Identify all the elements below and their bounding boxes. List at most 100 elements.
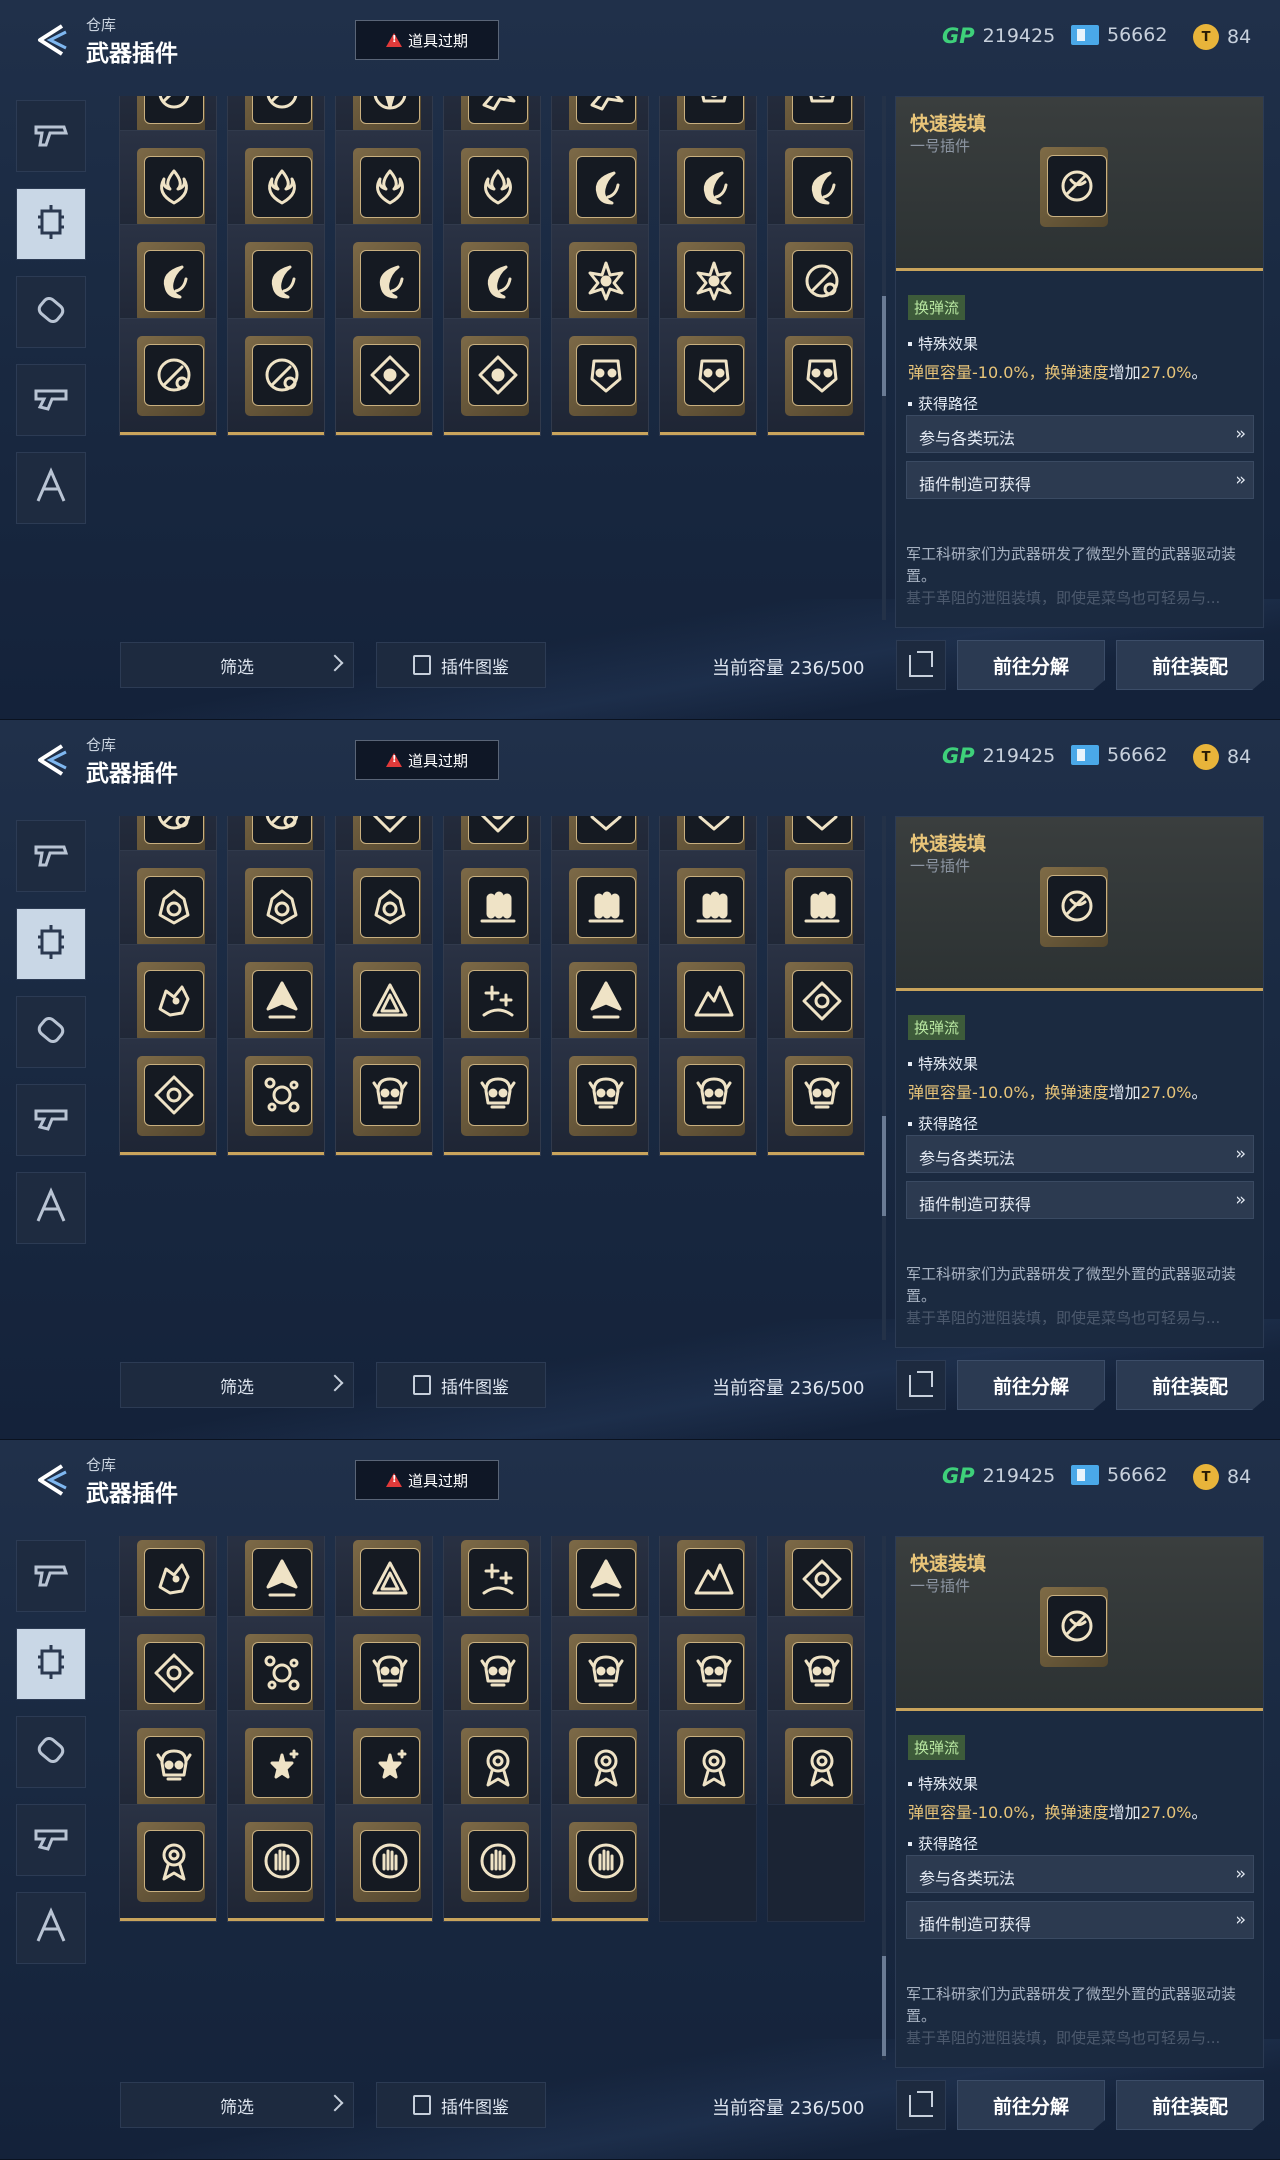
plugin-card[interactable]: [227, 1804, 325, 1922]
plugin-chip: [569, 96, 637, 134]
plugin-card[interactable]: [767, 318, 865, 436]
plugin-card[interactable]: [335, 1804, 433, 1922]
style-tag: 换弹流: [908, 1735, 966, 1760]
plugin-card[interactable]: [335, 1038, 433, 1156]
plugin-card[interactable]: [659, 318, 757, 436]
expired-items-button[interactable]: 道具过期: [355, 20, 499, 60]
route-crafting[interactable]: 插件制造可获得 ››: [906, 1181, 1254, 1219]
plugin-chip: [245, 148, 313, 228]
sidebar-item-character[interactable]: [16, 1172, 86, 1244]
sidebar-item-weapon-pistol[interactable]: [16, 1540, 86, 1612]
route-crafting[interactable]: 插件制造可获得 ››: [906, 1901, 1254, 1939]
grid-scrollbar[interactable]: [882, 816, 886, 1340]
detail-panel: 快速装填 一号插件 换弹流 特殊效果 弹匣容量-10.0%，换弹速度增加27.0%。 获得…: [895, 1536, 1264, 2068]
plugin-guide-label: 插件图鉴: [441, 1377, 509, 1398]
equip-button[interactable]: 前往装配: [1116, 1360, 1264, 1410]
back-arrow-icon[interactable]: [32, 20, 72, 60]
plugin-chip: [677, 868, 745, 948]
flame-icon: [360, 156, 420, 218]
character-icon: [30, 1905, 72, 1951]
scroll-thumb[interactable]: [882, 1116, 886, 1216]
route-gameplay[interactable]: 参与各类玩法 ››: [906, 1855, 1254, 1893]
plugin-guide-button[interactable]: 插件图鉴: [376, 1362, 546, 1408]
sidebar-item-character[interactable]: [16, 1892, 86, 1964]
character-icon: [30, 465, 72, 511]
sidebar-item-grenade[interactable]: [16, 1716, 86, 1788]
route-header: 获得路径: [908, 1833, 978, 1854]
sidebar-item-rifle-part[interactable]: [16, 1804, 86, 1876]
share-button[interactable]: [896, 1360, 946, 1410]
route-crafting-label: 插件制造可获得: [919, 1915, 1032, 1934]
plugin-chip: [677, 1634, 745, 1714]
plugin-chip: [785, 816, 853, 854]
plugin-preview: [1040, 147, 1108, 227]
back-arrow-icon[interactable]: [32, 1460, 72, 1500]
route-gameplay[interactable]: 参与各类玩法 ››: [906, 415, 1254, 453]
page-title: 武器插件: [86, 761, 178, 787]
plugin-chip: [245, 816, 313, 854]
plugin-card[interactable]: [119, 1038, 217, 1156]
equip-button[interactable]: 前往装配: [1116, 640, 1264, 690]
peak-icon: [684, 1548, 744, 1610]
coin-icon: T: [1193, 1464, 1219, 1490]
helm-icon: [144, 876, 204, 938]
fire-icon: [576, 156, 636, 218]
mask-icon: [792, 816, 852, 844]
sidebar-item-grenade[interactable]: [16, 276, 86, 348]
plugin-card[interactable]: [119, 318, 217, 436]
plugin-guide-button[interactable]: 插件图鉴: [376, 642, 546, 688]
plugin-card[interactable]: [443, 1804, 541, 1922]
plugin-card[interactable]: [551, 1038, 649, 1156]
mask-icon: [792, 344, 852, 406]
plugin-card[interactable]: [767, 1038, 865, 1156]
plugin-card[interactable]: [443, 1038, 541, 1156]
peak-icon: [684, 970, 744, 1032]
expired-items-button[interactable]: 道具过期: [355, 1460, 499, 1500]
plugin-chip: [785, 1634, 853, 1714]
plugin-card[interactable]: [119, 1804, 217, 1922]
filter-button[interactable]: 筛选: [120, 2082, 354, 2128]
share-button[interactable]: [896, 640, 946, 690]
bullet-icon: [144, 344, 204, 406]
back-arrow-icon[interactable]: [32, 740, 72, 780]
sidebar-item-weapon-pistol[interactable]: [16, 100, 86, 172]
plugin-card[interactable]: [227, 1038, 325, 1156]
decompose-button[interactable]: 前往分解: [957, 640, 1105, 690]
filter-button[interactable]: 筛选: [120, 642, 354, 688]
gp-value: 219425: [982, 745, 1056, 767]
sidebar-item-rifle-part[interactable]: [16, 1084, 86, 1156]
sidebar-item-character[interactable]: [16, 452, 86, 524]
expired-items-button[interactable]: 道具过期: [355, 740, 499, 780]
decompose-button[interactable]: 前往分解: [957, 1360, 1105, 1410]
scroll-thumb[interactable]: [882, 296, 886, 396]
plugin-card[interactable]: [659, 1038, 757, 1156]
route-gameplay[interactable]: 参与各类玩法 ››: [906, 1135, 1254, 1173]
scroll-thumb[interactable]: [882, 1956, 886, 2056]
plugin-card[interactable]: [551, 318, 649, 436]
sidebar-item-weapon-pistol[interactable]: [16, 820, 86, 892]
decompose-button[interactable]: 前往分解: [957, 2080, 1105, 2130]
grid-scrollbar[interactable]: [882, 1536, 886, 2060]
plugin-guide-button[interactable]: 插件图鉴: [376, 2082, 546, 2128]
filter-button[interactable]: 筛选: [120, 1362, 354, 1408]
sidebar-item-plugin-chip[interactable]: [16, 908, 86, 980]
plugin-chip: [353, 1540, 421, 1620]
sidebar-item-plugin-chip[interactable]: [16, 188, 86, 260]
plugin-card[interactable]: [443, 318, 541, 436]
warehouse-screen: 仓库武器插件 道具过期 GP 219425 56662 T 84 筛选 插件图鉴 当前容量 236…: [0, 1440, 1280, 2160]
bullet-icon: [144, 816, 204, 844]
sidebar-item-plugin-chip[interactable]: [16, 1628, 86, 1700]
sidebar-item-rifle-part[interactable]: [16, 364, 86, 436]
route-crafting[interactable]: 插件制造可获得 ››: [906, 461, 1254, 499]
plugin-card[interactable]: [551, 1804, 649, 1922]
plugin-chip: [569, 1056, 637, 1136]
plugin-card[interactable]: [227, 318, 325, 436]
grid-scrollbar[interactable]: [882, 96, 886, 620]
plugin-chip: [137, 962, 205, 1042]
sidebar-item-grenade[interactable]: [16, 996, 86, 1068]
double-chevron-icon: ››: [1235, 1190, 1245, 1210]
equip-button[interactable]: 前往装配: [1116, 2080, 1264, 2130]
plugin-chip: [677, 242, 745, 322]
share-button[interactable]: [896, 2080, 946, 2130]
plugin-card[interactable]: [335, 318, 433, 436]
